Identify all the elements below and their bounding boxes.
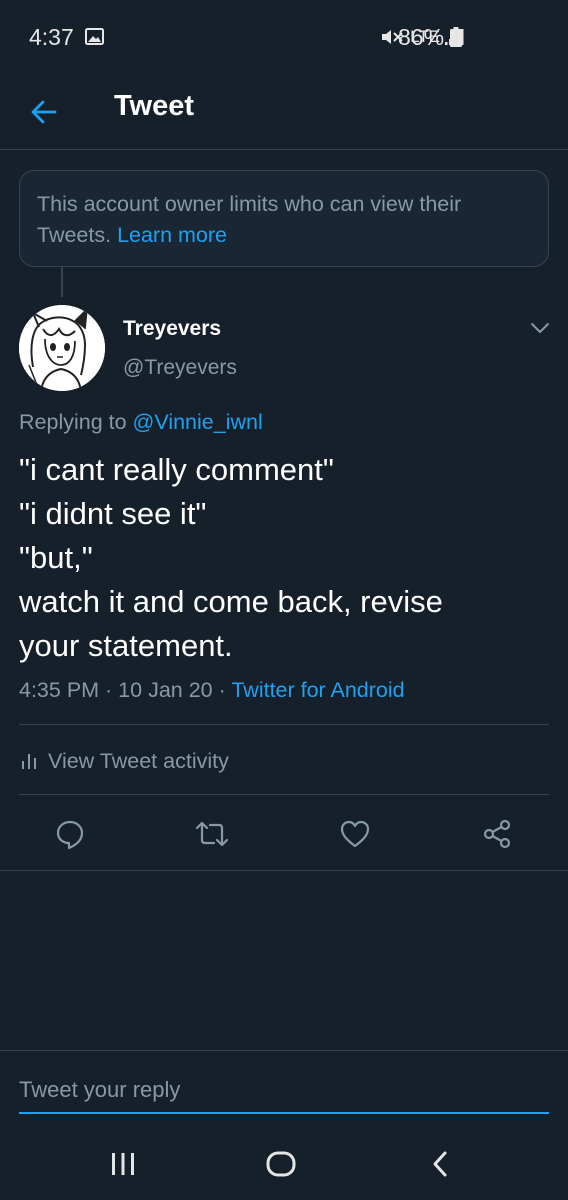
tweet-text-line: "but,"	[19, 540, 93, 575]
status-bar: 4:37 LTE 86%	[0, 0, 568, 76]
like-button[interactable]	[333, 812, 377, 856]
learn-more-link[interactable]: Learn more	[117, 223, 227, 247]
view-tweet-activity-button[interactable]: View Tweet activity	[19, 744, 229, 778]
reply-button[interactable]	[48, 812, 92, 856]
notice-text: This account owner limits who can view t…	[37, 192, 462, 247]
tweet-text-line: your statement.	[19, 628, 233, 663]
tweet-menu-button[interactable]	[524, 314, 556, 342]
avatar[interactable]	[19, 305, 105, 391]
author-display-name[interactable]: Treyevers	[123, 317, 221, 341]
author-username: @Treyevers	[123, 356, 237, 379]
view-tweet-activity-label: View Tweet activity	[48, 748, 229, 773]
tweet-text: "i cant really comment" "i didnt see it"…	[19, 448, 549, 668]
divider	[19, 794, 549, 795]
tweet-timestamp: 4:35 PM · 10 Jan 20 ·	[19, 678, 232, 702]
tweet-timestamp-line: 4:35 PM · 10 Jan 20 · Twitter for Androi…	[19, 678, 405, 703]
tweet-text-line: "i didnt see it"	[19, 496, 207, 531]
divider	[0, 1050, 568, 1051]
status-time: 4:37	[29, 24, 74, 50]
chevron-left-icon	[433, 1151, 447, 1177]
thread-connector-line	[61, 267, 63, 297]
arrow-left-icon	[31, 100, 57, 124]
reply-input[interactable]	[19, 1068, 549, 1114]
battery-percent: 86%	[398, 24, 445, 50]
tweet-text-line: watch it and come back, revise	[19, 584, 443, 619]
tweet-detail-screen: 4:37 LTE 86% Tweet This account owner li…	[0, 0, 568, 1200]
tweet-text-line: "i cant really comment"	[19, 452, 334, 487]
divider	[19, 724, 549, 725]
gallery-notification-icon	[85, 28, 104, 45]
protected-account-notice: This account owner limits who can view t…	[19, 170, 549, 267]
battery-icon	[450, 27, 462, 47]
top-app-bar: Tweet	[0, 76, 568, 150]
chevron-down-icon	[531, 323, 549, 333]
comment-icon	[56, 820, 84, 850]
share-button[interactable]	[475, 812, 519, 856]
android-navigation-bar	[0, 1126, 568, 1200]
replying-to-prefix: Replying to	[19, 410, 133, 434]
replying-to-line: Replying to @Vinnie_iwnl	[19, 410, 263, 435]
home-icon	[266, 1151, 296, 1177]
heart-icon	[340, 820, 370, 848]
share-icon	[483, 819, 511, 849]
back-nav-button[interactable]	[415, 1144, 465, 1184]
tweet-source-link[interactable]: Twitter for Android	[231, 678, 404, 702]
divider	[0, 870, 568, 871]
back-button[interactable]	[22, 90, 66, 134]
recent-apps-button[interactable]	[98, 1144, 148, 1184]
replying-to-link[interactable]: @Vinnie_iwnl	[133, 410, 263, 434]
retweet-icon	[195, 821, 229, 847]
home-button[interactable]	[256, 1144, 306, 1184]
avatar-drawing	[19, 305, 105, 391]
page-title: Tweet	[114, 90, 195, 122]
recent-apps-icon	[112, 1153, 134, 1175]
bar-chart-icon	[22, 754, 36, 769]
retweet-button[interactable]	[190, 812, 234, 856]
